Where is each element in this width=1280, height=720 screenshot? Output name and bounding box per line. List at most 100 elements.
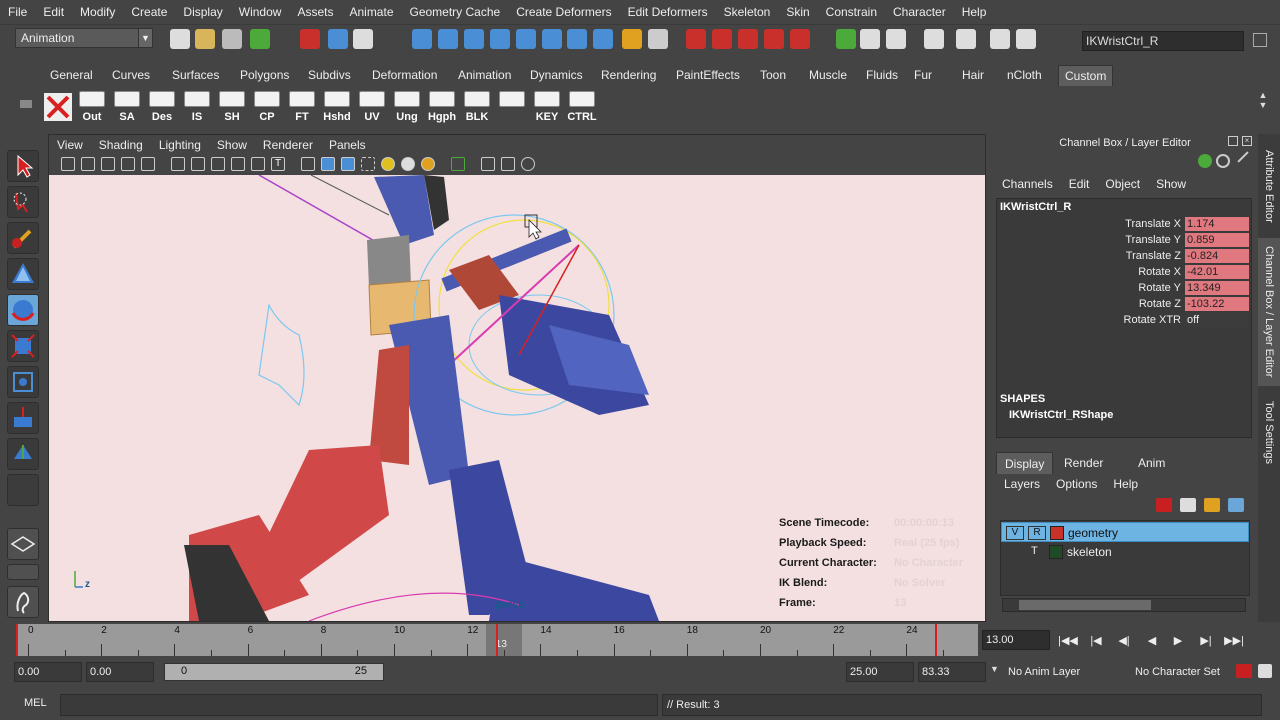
playback-range-bar[interactable]: 0 25 (164, 663, 384, 681)
shelf-button-sa[interactable]: SA (111, 91, 143, 123)
image-plane-icon[interactable] (121, 157, 135, 171)
attribute-row[interactable]: Rotate Y 13.349 (997, 281, 1251, 297)
hide-icon[interactable] (42, 91, 74, 123)
input-ops-icon[interactable] (542, 29, 562, 49)
attribute-value-field[interactable]: 1.174 (1185, 217, 1249, 232)
viewport-menu-show[interactable]: Show (209, 138, 255, 152)
shelf-tab-toon[interactable]: Toon (754, 65, 792, 86)
menu-constrain[interactable]: Constrain (818, 0, 885, 24)
hypershade-icon[interactable] (764, 29, 784, 49)
layer-row-geometry[interactable]: V Rgeometry (1001, 522, 1249, 542)
shelf-tab-fur[interactable]: Fur (908, 65, 938, 86)
attribute-row[interactable]: Rotate Z -103.22 (997, 297, 1251, 313)
close-icon[interactable]: × (1242, 136, 1252, 146)
character-set-dropdown[interactable]: No Character Set (1135, 662, 1225, 682)
grid-icon[interactable] (171, 157, 185, 171)
high-quality-icon[interactable] (421, 157, 435, 171)
render-current-frame-icon[interactable] (686, 29, 706, 49)
shelf-button-sh[interactable]: SH (216, 91, 248, 123)
step-back-key-icon[interactable]: |◀ (1086, 632, 1106, 650)
shelf-button-ung[interactable]: Ung (391, 91, 423, 123)
textured-icon[interactable] (361, 157, 375, 171)
script-language-label[interactable]: MEL (24, 697, 47, 709)
snap-grid-icon[interactable] (412, 29, 432, 49)
preferences-icon[interactable] (1258, 664, 1272, 678)
shelf-tab-hair[interactable]: Hair (956, 65, 990, 86)
save-scene-icon[interactable] (222, 29, 242, 49)
viewport-menu-renderer[interactable]: Renderer (255, 138, 321, 152)
layer-name[interactable]: geometry (1068, 526, 1118, 540)
shelf-tab-rendering[interactable]: Rendering (595, 65, 662, 86)
chevron-down-icon[interactable]: ▼ (990, 664, 999, 674)
selection-mask-icon[interactable] (250, 29, 270, 49)
shelf-scroll-icon[interactable]: ▲ ▼ (1256, 90, 1270, 120)
shelf-tab-deformation[interactable]: Deformation (366, 65, 443, 86)
layer-menu-layers[interactable]: Layers (996, 477, 1048, 491)
new-scene-icon[interactable] (170, 29, 190, 49)
shelf-tab-polygons[interactable]: Polygons (234, 65, 295, 86)
select-by-hierarchy-icon[interactable] (300, 29, 320, 49)
gate-mask-icon[interactable] (231, 157, 245, 171)
layer-color-swatch[interactable] (1049, 545, 1063, 559)
shelf-tab-custom[interactable]: Custom (1058, 65, 1114, 86)
tab-anim[interactable]: Anim (1130, 452, 1173, 474)
menu-edit-deformers[interactable]: Edit Deformers (620, 0, 716, 24)
playback-end-field[interactable]: 25.00 (846, 662, 914, 682)
shelf-button-hgph[interactable]: Hgph (426, 91, 458, 123)
render-view-icon[interactable] (790, 29, 810, 49)
scroll-thumb[interactable] (1019, 600, 1151, 610)
snap-view-plane-icon[interactable] (490, 29, 510, 49)
layer-editor-mode-icon[interactable] (1216, 154, 1230, 168)
side-tab-tool-settings[interactable]: Tool Settings (1258, 392, 1280, 472)
shelf-button-out[interactable]: Out (76, 91, 108, 123)
paint-select-tool-icon[interactable] (7, 222, 39, 254)
safe-title-icon[interactable]: T (271, 157, 285, 171)
xray-joints-icon[interactable] (501, 157, 515, 171)
attribute-value-field[interactable]: 13.349 (1185, 281, 1249, 296)
menu-create[interactable]: Create (123, 0, 175, 24)
shelf-tab-ncloth[interactable]: nCloth (1001, 65, 1048, 86)
shelf-tab-dynamics[interactable]: Dynamics (524, 65, 589, 86)
attribute-name[interactable]: Rotate Z (1139, 298, 1181, 310)
layer-row-skeleton[interactable]: Tskeleton (1001, 542, 1249, 562)
float-panel-icon[interactable] (1228, 136, 1238, 146)
attribute-name[interactable]: Rotate X (1138, 266, 1181, 278)
film-gate-icon[interactable] (191, 157, 205, 171)
time-slider[interactable]: 0 2 4 6 8 10 12 14 16 18 20 22 24 13 (16, 624, 978, 656)
channel-box-menu-show[interactable]: Show (1148, 177, 1194, 191)
split-mode-icon[interactable] (1237, 151, 1249, 163)
scale-tool-icon[interactable] (7, 330, 39, 362)
attribute-row[interactable]: Rotate X -42.01 (997, 265, 1251, 281)
shelf-button-ft[interactable]: FT (286, 91, 318, 123)
channel-box-mode-icon[interactable] (1198, 154, 1212, 168)
shelf-button-uv[interactable]: UV (356, 91, 388, 123)
highlight-selection-icon[interactable] (648, 29, 668, 49)
shelf-tab-general[interactable]: General (44, 65, 99, 86)
attribute-value-field[interactable]: -0.824 (1185, 249, 1249, 264)
viewport-menu-shading[interactable]: Shading (91, 138, 151, 152)
new-empty-layer-icon[interactable] (1204, 498, 1220, 512)
field-chart-icon[interactable] (251, 157, 265, 171)
menu-help[interactable]: Help (954, 0, 995, 24)
attribute-row[interactable]: Translate Z -0.824 (997, 249, 1251, 265)
go-to-end-icon[interactable]: ▶▶| (1224, 632, 1244, 650)
show-manipulator-icon[interactable] (7, 438, 39, 470)
wireframe-on-shaded-icon[interactable] (341, 157, 355, 171)
two-d-pan-zoom-icon[interactable] (141, 157, 155, 171)
step-back-frame-icon[interactable]: ◀| (1114, 632, 1134, 650)
input-line-icon[interactable] (836, 29, 856, 49)
attribute-value-field[interactable]: -42.01 (1185, 265, 1249, 280)
character-control-icon[interactable] (7, 586, 39, 618)
menu-assets[interactable]: Assets (289, 0, 341, 24)
output-ops-icon[interactable] (567, 29, 587, 49)
isolate-select-icon[interactable] (451, 157, 465, 171)
menu-file[interactable]: File (0, 0, 35, 24)
move-tool-icon[interactable] (7, 258, 39, 290)
universal-manipulator-icon[interactable] (7, 366, 39, 398)
bookmarks-icon[interactable] (101, 157, 115, 171)
menu-edit[interactable]: Edit (35, 0, 72, 24)
last-used-tool-icon[interactable] (7, 474, 39, 506)
open-scene-icon[interactable] (195, 29, 215, 49)
attribute-editor-toggle-icon[interactable] (924, 29, 944, 49)
shelf-button-blk[interactable]: BLK (461, 91, 493, 123)
